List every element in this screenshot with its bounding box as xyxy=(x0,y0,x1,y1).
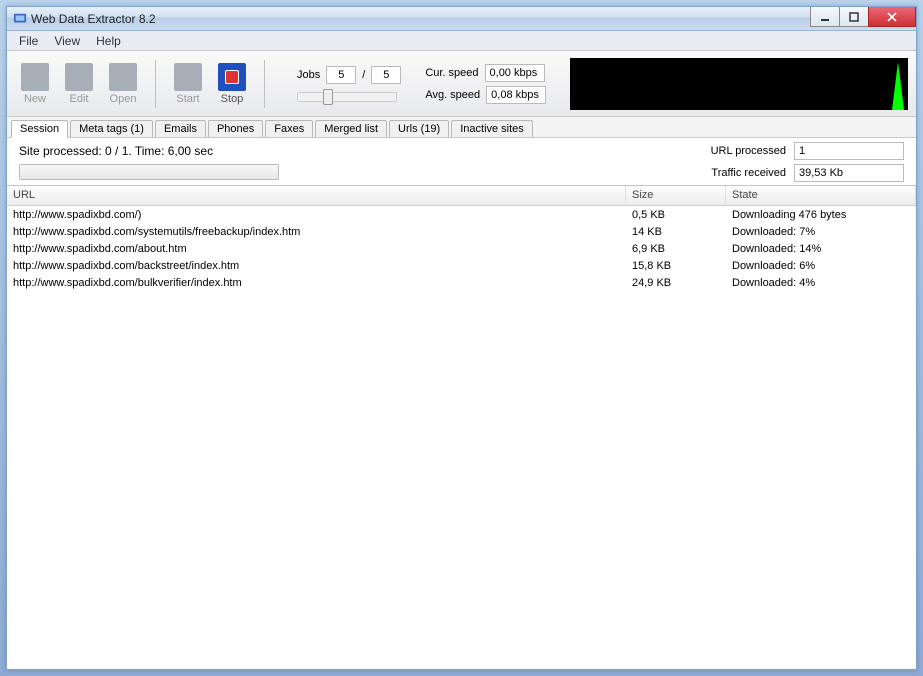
progress-bar xyxy=(19,164,279,180)
url-processed-label: URL processed xyxy=(696,145,786,157)
col-state[interactable]: State xyxy=(726,186,916,205)
toolbar-separator xyxy=(155,60,156,108)
cell-state: Downloading 476 bytes xyxy=(726,208,916,222)
cell-state: Downloaded: 7% xyxy=(726,225,916,239)
traffic-value: 39,53 Kb xyxy=(794,164,904,182)
jobs-max[interactable] xyxy=(371,66,401,84)
tab-merged-list[interactable]: Merged list xyxy=(315,120,387,137)
tab-meta-tags-1-[interactable]: Meta tags (1) xyxy=(70,120,153,137)
cell-size: 0,5 KB xyxy=(626,208,726,222)
titlebar[interactable]: Web Data Extractor 8.2 xyxy=(7,7,916,31)
cell-url: http://www.spadixbd.com/systemutils/free… xyxy=(7,225,626,239)
cell-size: 24,9 KB xyxy=(626,276,726,290)
open-label: Open xyxy=(110,93,137,105)
window-title: Web Data Extractor 8.2 xyxy=(31,12,811,26)
cell-url: http://www.spadixbd.com/about.htm xyxy=(7,242,626,256)
maximize-button[interactable] xyxy=(839,7,869,27)
edit-button[interactable]: Edit xyxy=(59,63,99,105)
close-button[interactable] xyxy=(868,7,916,27)
table-row[interactable]: http://www.spadixbd.com/bulkverifier/ind… xyxy=(7,274,916,291)
tab-faxes[interactable]: Faxes xyxy=(265,120,313,137)
url-processed-value: 1 xyxy=(794,142,904,160)
toolbar: New Edit Open Start Stop Jobs / Cur. spe… xyxy=(7,51,916,117)
table-row[interactable]: http://www.spadixbd.com/about.htm6,9 KBD… xyxy=(7,240,916,257)
col-url[interactable]: URL xyxy=(7,186,626,205)
edit-icon xyxy=(65,63,93,91)
traffic-label: Traffic received xyxy=(696,167,786,179)
jobs-slider[interactable] xyxy=(297,92,397,102)
table-row[interactable]: http://www.spadixbd.com/systemutils/free… xyxy=(7,223,916,240)
session-status: Site processed: 0 / 1. Time: 6,00 sec xyxy=(19,144,279,158)
cell-size: 6,9 KB xyxy=(626,242,726,256)
cell-state: Downloaded: 14% xyxy=(726,242,916,256)
toolbar-separator xyxy=(264,60,265,108)
jobs-current[interactable] xyxy=(326,66,356,84)
speed-readout: Cur. speed 0,00 kbps Avg. speed 0,08 kbps xyxy=(425,64,546,104)
window-controls xyxy=(811,7,916,30)
traffic-graph xyxy=(570,58,908,110)
menu-view[interactable]: View xyxy=(48,32,86,50)
start-button[interactable]: Start xyxy=(168,63,208,105)
new-label: New xyxy=(24,93,46,105)
cell-size: 15,8 KB xyxy=(626,259,726,273)
edit-label: Edit xyxy=(70,93,89,105)
stop-button[interactable]: Stop xyxy=(212,63,252,105)
open-button[interactable]: Open xyxy=(103,63,143,105)
table-body: http://www.spadixbd.com/)0,5 KBDownloadi… xyxy=(7,206,916,669)
menubar: File View Help xyxy=(7,31,916,51)
cell-url: http://www.spadixbd.com/) xyxy=(7,208,626,222)
table-row[interactable]: http://www.spadixbd.com/backstreet/index… xyxy=(7,257,916,274)
avg-speed-label: Avg. speed xyxy=(425,89,480,101)
minimize-button[interactable] xyxy=(810,7,840,27)
avg-speed-value: 0,08 kbps xyxy=(486,86,546,104)
folder-icon xyxy=(109,63,137,91)
play-icon xyxy=(174,63,202,91)
jobs-sep: / xyxy=(362,69,365,81)
stop-label: Stop xyxy=(221,93,244,105)
menu-file[interactable]: File xyxy=(13,32,44,50)
cur-speed-value: 0,00 kbps xyxy=(485,64,545,82)
cell-state: Downloaded: 6% xyxy=(726,259,916,273)
tab-urls-19-[interactable]: Urls (19) xyxy=(389,120,449,137)
cell-state: Downloaded: 4% xyxy=(726,276,916,290)
session-panel: Site processed: 0 / 1. Time: 6,00 sec UR… xyxy=(7,138,916,186)
cell-size: 14 KB xyxy=(626,225,726,239)
stop-icon xyxy=(218,63,246,91)
table-header: URL Size State xyxy=(7,186,916,206)
new-button[interactable]: New xyxy=(15,63,55,105)
app-window: Web Data Extractor 8.2 File View Help Ne… xyxy=(6,6,917,670)
monitor-icon xyxy=(21,63,49,91)
tab-inactive-sites[interactable]: Inactive sites xyxy=(451,120,533,137)
tab-phones[interactable]: Phones xyxy=(208,120,263,137)
cell-url: http://www.spadixbd.com/bulkverifier/ind… xyxy=(7,276,626,290)
tab-bar: SessionMeta tags (1)EmailsPhonesFaxesMer… xyxy=(7,117,916,138)
cell-url: http://www.spadixbd.com/backstreet/index… xyxy=(7,259,626,273)
jobs-label: Jobs xyxy=(297,69,320,81)
jobs-control: Jobs / xyxy=(297,66,401,102)
menu-help[interactable]: Help xyxy=(90,32,127,50)
url-table: URL Size State http://www.spadixbd.com/)… xyxy=(7,186,916,669)
tab-emails[interactable]: Emails xyxy=(155,120,206,137)
table-row[interactable]: http://www.spadixbd.com/)0,5 KBDownloadi… xyxy=(7,206,916,223)
tab-session[interactable]: Session xyxy=(11,120,68,138)
app-icon xyxy=(13,12,27,26)
col-size[interactable]: Size xyxy=(626,186,726,205)
start-label: Start xyxy=(176,93,199,105)
graph-spike-icon xyxy=(892,62,904,110)
cur-speed-label: Cur. speed xyxy=(425,67,478,79)
